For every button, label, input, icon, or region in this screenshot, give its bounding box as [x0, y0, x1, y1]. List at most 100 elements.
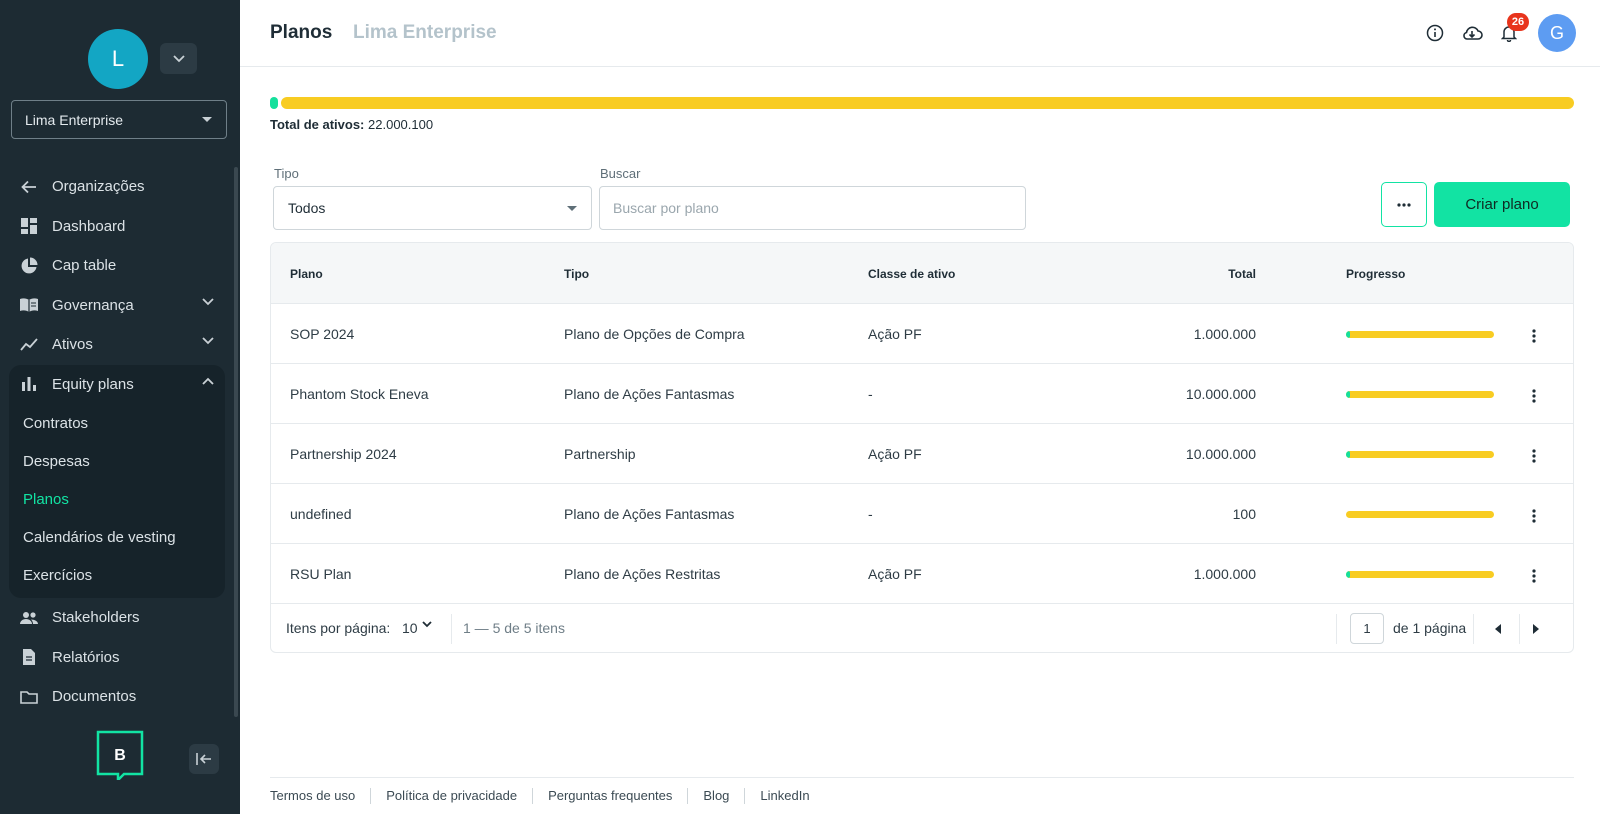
- folder-icon: [19, 687, 39, 707]
- type-filter-label: Tipo: [274, 166, 299, 181]
- cell-plan: undefined: [290, 506, 352, 522]
- sidebar-item-ativos[interactable]: Ativos: [0, 325, 236, 365]
- collapse-left-icon: [196, 753, 211, 765]
- sidebar-item-label: Cap table: [52, 257, 117, 275]
- sidebar-item-cap-table[interactable]: Cap table: [0, 246, 236, 286]
- cell-asset-class: -: [868, 386, 873, 402]
- sidebar-scrollbar[interactable]: [234, 167, 238, 717]
- sidebar-subitem-label: Exercícios: [23, 566, 93, 584]
- column-header-tipo[interactable]: Tipo: [564, 267, 589, 281]
- sidebar-subitem-despesas[interactable]: Despesas: [9, 442, 225, 480]
- sidebar: L Lima Enterprise Organizações Dashboard…: [0, 0, 240, 814]
- column-header-plano[interactable]: Plano: [290, 267, 323, 281]
- pagination-divider: [1336, 614, 1337, 644]
- document-icon: [19, 647, 39, 667]
- row-progress-fill: [1346, 331, 1351, 338]
- row-actions-icon[interactable]: [1524, 386, 1544, 406]
- next-page-icon[interactable]: [1528, 621, 1544, 637]
- sidebar-item-governanca[interactable]: Governança: [0, 286, 236, 326]
- row-actions-icon[interactable]: [1524, 326, 1544, 346]
- footer-link-termos-de-uso[interactable]: Termos de uso: [270, 788, 372, 804]
- create-plan-button[interactable]: Criar plano: [1434, 182, 1570, 227]
- column-header-total[interactable]: Total: [1228, 267, 1256, 281]
- footer-link-politica-de-privacidade[interactable]: Política de privacidade: [371, 788, 534, 804]
- dashboard-icon: [19, 216, 39, 236]
- sidebar-subitem-exercicios[interactable]: Exercícios: [9, 556, 225, 594]
- user-avatar[interactable]: G: [1538, 14, 1576, 52]
- sidebar-item-documentos[interactable]: Documentos: [0, 677, 236, 717]
- collapse-sidebar-button[interactable]: [189, 744, 219, 774]
- footer-link-linkedin[interactable]: LinkedIn: [745, 788, 824, 804]
- notification-badge: 26: [1507, 13, 1529, 31]
- type-filter-select[interactable]: Todos: [273, 186, 592, 230]
- book-icon: [19, 295, 39, 315]
- more-options-button[interactable]: [1381, 182, 1427, 227]
- cloud-download-icon[interactable]: [1461, 22, 1483, 44]
- organization-select[interactable]: Lima Enterprise: [11, 100, 227, 139]
- cell-type: Plano de Ações Fantasmas: [564, 386, 735, 402]
- page-footer: Termos de uso Política de privacidade Pe…: [270, 777, 1574, 814]
- chevron-down-icon[interactable]: [422, 621, 432, 628]
- sidebar-item-label: Equity plans: [52, 375, 134, 393]
- items-per-page-select[interactable]: 10: [402, 620, 418, 636]
- sidebar-item-label: Ativos: [52, 336, 93, 354]
- table-row[interactable]: RSU Plan Plano de Ações Restritas Ação P…: [271, 544, 1573, 604]
- table-row[interactable]: SOP 2024 Plano de Opções de Compra Ação …: [271, 304, 1573, 364]
- organization-select-value: Lima Enterprise: [25, 111, 124, 128]
- cell-asset-class: Ação PF: [868, 446, 922, 462]
- search-input[interactable]: [599, 186, 1026, 230]
- row-actions-icon[interactable]: [1524, 566, 1544, 586]
- table-header: Plano Tipo Classe de ativo Total Progres…: [271, 243, 1573, 304]
- sidebar-subitem-label: Planos: [23, 490, 69, 508]
- arrow-left-icon: [19, 177, 39, 197]
- previous-page-icon[interactable]: [1490, 621, 1506, 637]
- brand-logo: B: [96, 730, 144, 780]
- org-menu-toggle-button[interactable]: [160, 43, 197, 74]
- footer-link-blog[interactable]: Blog: [688, 788, 746, 804]
- type-filter-value: Todos: [288, 200, 326, 216]
- chevron-down-icon: [202, 337, 214, 345]
- footer-link-perguntas-frequentes[interactable]: Perguntas frequentes: [533, 788, 689, 804]
- column-header-classe-de-ativo[interactable]: Classe de ativo: [868, 267, 955, 281]
- sidebar-item-label: Stakeholders: [52, 609, 140, 627]
- search-label: Buscar: [600, 166, 641, 181]
- sidebar-subitem-label: Calendários de vesting: [23, 528, 176, 546]
- cell-type: Plano de Opções de Compra: [564, 326, 745, 342]
- cell-plan: RSU Plan: [290, 566, 352, 582]
- sidebar-item-equity-plans[interactable]: Equity plans: [9, 365, 225, 405]
- info-icon[interactable]: [1424, 22, 1446, 44]
- row-actions-icon[interactable]: [1524, 506, 1544, 526]
- sidebar-item-label: Organizações: [52, 178, 145, 196]
- sidebar-item-dashboard[interactable]: Dashboard: [0, 207, 236, 247]
- page-count: de 1 página: [1393, 620, 1467, 636]
- org-avatar[interactable]: L: [88, 29, 148, 89]
- pagination-divider: [1473, 614, 1474, 644]
- total-assets: Total de ativos: 22.000.100: [270, 117, 433, 132]
- row-progress-bar: [1346, 451, 1494, 458]
- sidebar-subitem-contratos[interactable]: Contratos: [9, 404, 225, 442]
- progress-available-segment: [281, 97, 1574, 109]
- sidebar-item-label: Governança: [52, 296, 134, 314]
- sidebar-item-stakeholders[interactable]: Stakeholders: [0, 598, 236, 638]
- sidebar-subitem-calendarios-de-vesting[interactable]: Calendários de vesting: [9, 518, 225, 556]
- cell-asset-class: Ação PF: [868, 566, 922, 582]
- pie-chart-icon: [19, 256, 39, 276]
- row-actions-icon[interactable]: [1524, 446, 1544, 466]
- table-row[interactable]: undefined Plano de Ações Fantasmas - 100: [271, 484, 1573, 544]
- row-progress-fill: [1346, 451, 1351, 458]
- current-page-input[interactable]: 1: [1350, 613, 1384, 644]
- column-header-progresso[interactable]: Progresso: [1346, 267, 1405, 281]
- sidebar-subitem-planos[interactable]: Planos: [9, 480, 225, 518]
- pagination-divider: [1519, 614, 1520, 644]
- page-title: Planos: [270, 22, 333, 43]
- cell-type: Plano de Ações Restritas: [564, 566, 721, 582]
- table-row[interactable]: Phantom Stock Eneva Plano de Ações Fanta…: [271, 364, 1573, 424]
- table-pagination: Itens por página: 10 1 — 5 de 5 itens 1 …: [271, 604, 1573, 652]
- sidebar-item-organizacoes[interactable]: Organizações: [0, 167, 236, 207]
- trend-line-icon: [19, 335, 39, 355]
- table-row[interactable]: Partnership 2024 Partnership Ação PF 10.…: [271, 424, 1573, 484]
- sidebar-item-relatorios[interactable]: Relatórios: [0, 638, 236, 678]
- sidebar-nav: Organizações Dashboard Cap table Governa…: [0, 167, 236, 717]
- cell-type: Plano de Ações Fantasmas: [564, 506, 735, 522]
- more-horizontal-icon: [1397, 202, 1411, 207]
